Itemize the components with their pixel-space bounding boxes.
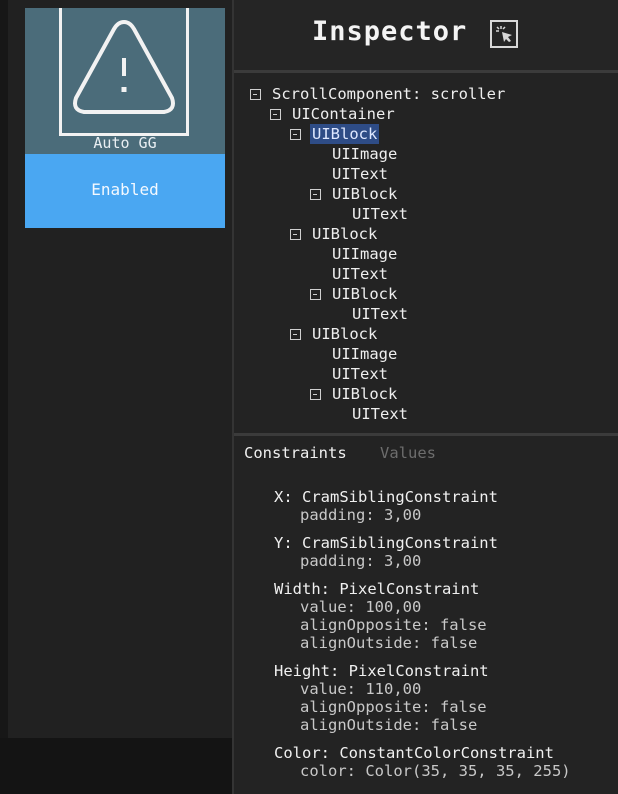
left-bottom-bar (0, 738, 232, 794)
left-edge-strip (0, 0, 8, 794)
tree-node-label[interactable]: UIText (332, 164, 388, 184)
tree-node[interactable]: UIImage (234, 244, 618, 264)
tree-node[interactable]: UIText (234, 404, 618, 424)
collapse-toggle-icon[interactable] (310, 389, 321, 400)
mod-card[interactable]: Auto GG (25, 8, 225, 154)
card-label: Auto GG (93, 134, 157, 152)
tree-node[interactable]: UIImage (234, 344, 618, 364)
collapse-toggle-icon[interactable] (290, 229, 301, 240)
constraint-property: alignOutside: false (300, 716, 478, 734)
tree-node-label[interactable]: UIBlock (332, 384, 397, 404)
component-tree: ScrollComponent: scroller UIContainer UIBl… (234, 76, 618, 432)
collapse-toggle-icon[interactable] (270, 109, 281, 120)
collapse-toggle-icon[interactable] (290, 129, 301, 140)
constraint-heading: Width: PixelConstraint (274, 580, 480, 598)
tree-node-label-selected[interactable]: UIBlock (310, 124, 380, 144)
tree-node-label[interactable]: UIImage (332, 144, 397, 164)
constraint-property: alignOpposite: false (300, 616, 487, 634)
element-picker-icon (496, 26, 512, 42)
left-panel: Auto GG Enabled (0, 0, 232, 794)
tree-node[interactable]: UIBlock (234, 384, 618, 404)
tree-node-label[interactable]: UIImage (332, 344, 397, 364)
enabled-toggle-button[interactable]: Enabled (25, 154, 225, 228)
tree-node-label[interactable]: UIText (332, 364, 388, 384)
collapse-toggle-icon[interactable] (290, 329, 301, 340)
tree-node[interactable]: UIText (234, 364, 618, 384)
inspector-title: Inspector (312, 16, 468, 47)
tree-node[interactable]: UIContainer (234, 104, 618, 124)
tree-node[interactable]: UIText (234, 264, 618, 284)
warning-triangle-icon (73, 20, 175, 114)
constraint-heading: Color: ConstantColorConstraint (274, 744, 554, 762)
tree-node-label[interactable]: UIText (352, 204, 408, 224)
tree-node-label[interactable]: UIBlock (312, 224, 377, 244)
constraint-property: padding: 3,00 (300, 552, 422, 570)
tree-node-label[interactable]: UIText (352, 304, 408, 324)
tree-node-label[interactable]: UIImage (332, 244, 397, 264)
tree-node[interactable]: UIBlock (234, 224, 618, 244)
card-icon-frame (59, 8, 189, 136)
tree-node[interactable]: UIText (234, 164, 618, 184)
collapse-toggle-icon[interactable] (310, 289, 321, 300)
element-picker-button[interactable] (490, 20, 518, 48)
constraint-property: alignOutside: false (300, 634, 478, 652)
tree-node[interactable]: UIImage (234, 144, 618, 164)
constraint-heading: X: CramSiblingConstraint (274, 488, 498, 506)
constraint-property: alignOpposite: false (300, 698, 487, 716)
tree-node[interactable]: ScrollComponent: scroller (234, 84, 618, 104)
tree-node-label[interactable]: UIText (352, 404, 408, 424)
tab-constraints[interactable]: Constraints (244, 444, 347, 462)
inspector-panel: Inspector ScrollComponent: scroller UICon… (232, 0, 618, 794)
constraint-heading: Y: CramSiblingConstraint (274, 534, 498, 552)
constraint-property: value: 110,00 (300, 680, 422, 698)
constraint-property: color: Color(35, 35, 35, 255) (300, 762, 571, 780)
tree-node[interactable]: UIText (234, 204, 618, 224)
tree-node-label[interactable]: UIBlock (332, 284, 397, 304)
tree-node-label[interactable]: UIContainer (292, 104, 395, 124)
tree-node[interactable]: UIBlock (234, 124, 618, 144)
header-divider (234, 70, 618, 73)
tree-node-label[interactable]: UIText (332, 264, 388, 284)
collapse-toggle-icon[interactable] (250, 89, 261, 100)
tree-node-label[interactable]: ScrollComponent: scroller (272, 84, 505, 104)
constraint-heading: Height: PixelConstraint (274, 662, 489, 680)
tree-node[interactable]: UIText (234, 304, 618, 324)
inspector-header: Inspector (234, 0, 618, 70)
tab-values[interactable]: Values (380, 444, 436, 462)
tree-node[interactable]: UIBlock (234, 284, 618, 304)
constraint-property: padding: 3,00 (300, 506, 422, 524)
collapse-toggle-icon[interactable] (310, 189, 321, 200)
tree-node[interactable]: UIBlock (234, 184, 618, 204)
tree-node-label[interactable]: UIBlock (332, 184, 397, 204)
constraint-property: value: 100,00 (300, 598, 422, 616)
tree-node[interactable]: UIBlock (234, 324, 618, 344)
tree-node-label[interactable]: UIBlock (312, 324, 377, 344)
tree-divider (234, 433, 618, 436)
